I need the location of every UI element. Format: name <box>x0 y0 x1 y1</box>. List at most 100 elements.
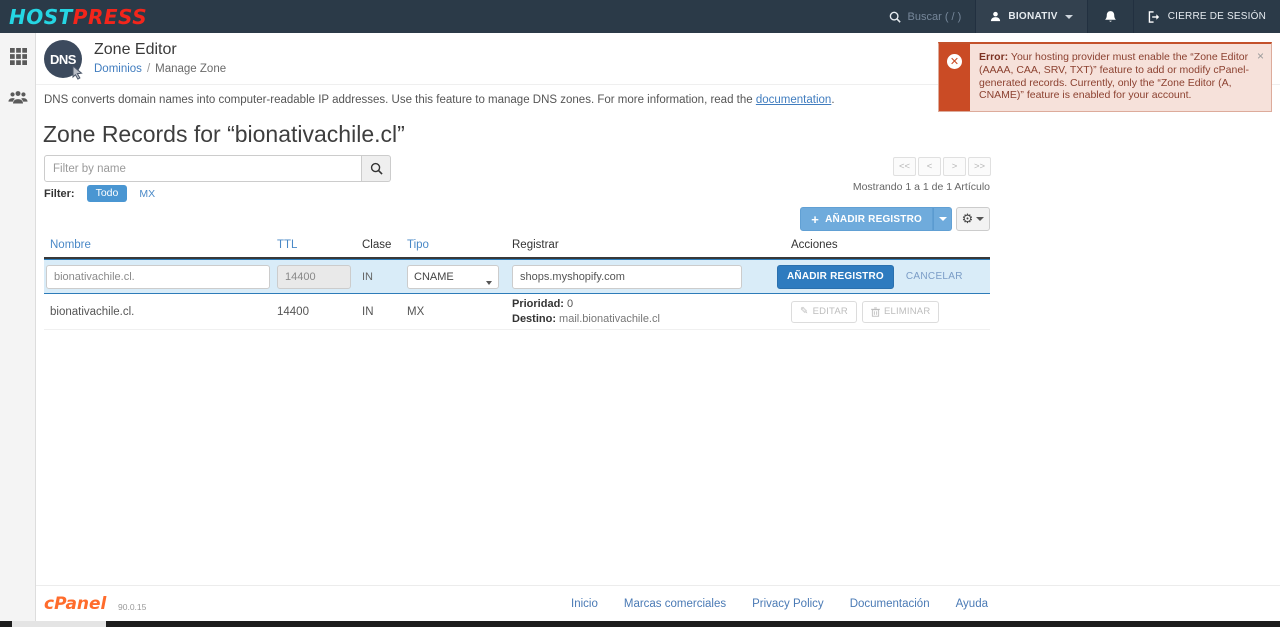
chevron-down-icon <box>938 217 947 221</box>
logout-icon <box>1148 10 1159 23</box>
zone-records-title: Zone Records for “bionativachile.cl” <box>43 121 405 147</box>
record-type-select[interactable]: CNAME <box>407 264 499 289</box>
user-name: BIONATIV <box>1008 11 1058 22</box>
bell-icon <box>1104 10 1116 22</box>
pagination-prev-button[interactable]: < <box>918 157 941 176</box>
add-record-dropdown-button[interactable] <box>933 207 952 231</box>
hostpress-logo[interactable]: HOSTPRESS <box>9 5 147 29</box>
page-footer: cPanel 90.0.15 Inicio Marcas comerciales… <box>36 585 1280 621</box>
plus-icon <box>811 212 819 227</box>
cpanel-logo[interactable]: cPanel <box>44 594 106 614</box>
dns-description-period: . <box>831 94 835 106</box>
pagination-next-button[interactable]: > <box>943 157 966 176</box>
documentation-link[interactable]: documentation <box>756 94 831 106</box>
breadcrumb-separator: / <box>146 63 151 75</box>
close-icon[interactable]: × <box>1257 49 1264 64</box>
left-sidebar <box>0 33 36 621</box>
search-icon <box>370 162 383 175</box>
submit-add-record-button[interactable]: AÑADIR REGISTRO <box>777 264 894 289</box>
filter-by-name-input[interactable] <box>44 155 362 182</box>
chevron-down-icon <box>1064 14 1073 19</box>
zone-records-table: Nombre TTL Clase Tipo Registrar Acciones… <box>44 239 990 330</box>
breadcrumb: Dominios / Manage Zone <box>94 63 226 75</box>
search-icon <box>889 11 901 23</box>
filter-todo-button[interactable]: Todo <box>86 185 128 202</box>
add-record-label: AÑADIR REGISTRO <box>825 213 922 225</box>
footer-link-documentacion[interactable]: Documentación <box>850 598 930 610</box>
delete-record-button[interactable]: ELIMINAR <box>861 300 940 323</box>
header-tipo[interactable]: Tipo <box>407 239 512 251</box>
logout-button[interactable]: CIERRE DE SESIÓN <box>1134 0 1280 33</box>
logo-host: HOST <box>9 4 73 29</box>
footer-link-ayuda[interactable]: Ayuda <box>956 598 988 610</box>
row-destination: Destino: mail.bionativachile.cl <box>512 312 791 327</box>
footer-link-privacy[interactable]: Privacy Policy <box>752 598 824 610</box>
pagination-first-button[interactable]: << <box>893 157 916 176</box>
main-content: DNS Zone Editor Dominios / Manage Zone ✕ E… <box>36 33 1280 621</box>
filter-mx-button[interactable]: MX <box>139 188 155 200</box>
breadcrumb-domains-link[interactable]: Dominios <box>94 63 142 75</box>
footer-link-inicio[interactable]: Inicio <box>571 598 598 610</box>
header-registrar: Registrar <box>512 239 559 251</box>
filter-search-button[interactable] <box>362 155 391 182</box>
trash-icon <box>870 307 880 317</box>
logout-label: CIERRE DE SESIÓN <box>1167 11 1266 22</box>
error-alert: ✕ Error: Your hosting provider must enab… <box>938 42 1272 112</box>
filter-label: Filter: <box>44 187 75 200</box>
page-title: Zone Editor <box>94 41 177 58</box>
user-menu[interactable]: BIONATIV <box>975 0 1088 33</box>
add-record-button[interactable]: AÑADIR REGISTRO <box>800 207 933 231</box>
settings-dropdown-button[interactable]: ⚙ <box>956 207 990 231</box>
record-name-input[interactable] <box>46 264 270 289</box>
error-circle-icon: ✕ <box>947 54 962 69</box>
row-priority: Prioridad: 0 <box>512 297 791 312</box>
table-header-row: Nombre TTL Clase Tipo Registrar Acciones <box>44 239 990 259</box>
pencil-icon: ✎ <box>800 306 809 317</box>
users-group-button[interactable] <box>0 81 36 115</box>
row-ttl: 14400 <box>277 305 309 318</box>
users-group-icon <box>8 91 28 104</box>
filter-row: Filter: Todo MX <box>44 185 155 202</box>
row-record-details: Prioridad: 0 Destino: mail.bionativachil… <box>512 297 791 327</box>
pagination-last-button[interactable]: >> <box>968 157 991 176</box>
header-clase: Clase <box>362 239 392 251</box>
logo-press: PRESS <box>72 4 148 29</box>
top-navbar: HOSTPRESS Buscar ( / ) BIONATIV CIERRE D… <box>0 0 1280 33</box>
record-type-select-wrap: CNAME <box>407 264 499 289</box>
topbar-right: Buscar ( / ) BIONATIV CIERRE DE SESIÓN <box>875 0 1280 33</box>
filter-input-group <box>44 155 391 182</box>
header-ttl[interactable]: TTL <box>277 239 362 251</box>
destination-label: Destino: <box>512 312 556 325</box>
header-acciones: Acciones <box>791 239 838 251</box>
record-value-input[interactable] <box>512 264 742 289</box>
edit-label: EDITAR <box>812 306 848 317</box>
dns-description-text: DNS converts domain names into computer-… <box>44 94 756 106</box>
bottom-taskbar-strip <box>0 621 1280 627</box>
alert-error-text: Your hosting provider must enable the “Z… <box>979 51 1250 102</box>
chevron-down-icon <box>976 217 985 221</box>
search-placeholder: Buscar ( / ) <box>907 10 962 23</box>
alert-message: Error: Your hosting provider must enable… <box>970 44 1271 111</box>
delete-label: ELIMINAR <box>883 306 931 317</box>
table-row: bionativachile.cl. 14400 IN MX Prioridad… <box>44 294 990 330</box>
alert-error-label: Error: <box>979 51 1009 63</box>
priority-label: Prioridad: <box>512 297 564 310</box>
apps-grid-button[interactable] <box>0 39 36 73</box>
record-ttl-input[interactable] <box>277 264 351 289</box>
notifications-button[interactable] <box>1088 0 1134 33</box>
alert-icon-column: ✕ <box>939 44 970 111</box>
destination-value: mail.bionativachile.cl <box>556 312 660 325</box>
global-search[interactable]: Buscar ( / ) <box>875 0 976 33</box>
row-type: MX <box>407 305 425 318</box>
dns-feature-icon: DNS <box>44 40 83 80</box>
gear-icon: ⚙ <box>961 211 974 227</box>
header-nombre[interactable]: Nombre <box>44 239 277 251</box>
edit-record-button[interactable]: ✎ EDITAR <box>791 300 857 323</box>
priority-value: 0 <box>563 297 574 310</box>
cpanel-version: 90.0.15 <box>118 602 147 612</box>
cancel-button[interactable]: CANCELAR <box>906 271 963 282</box>
row-class: IN <box>362 305 374 318</box>
footer-link-marcas[interactable]: Marcas comerciales <box>624 598 726 610</box>
breadcrumb-current: Manage Zone <box>155 63 227 75</box>
taskbar-light-segment <box>12 621 106 627</box>
